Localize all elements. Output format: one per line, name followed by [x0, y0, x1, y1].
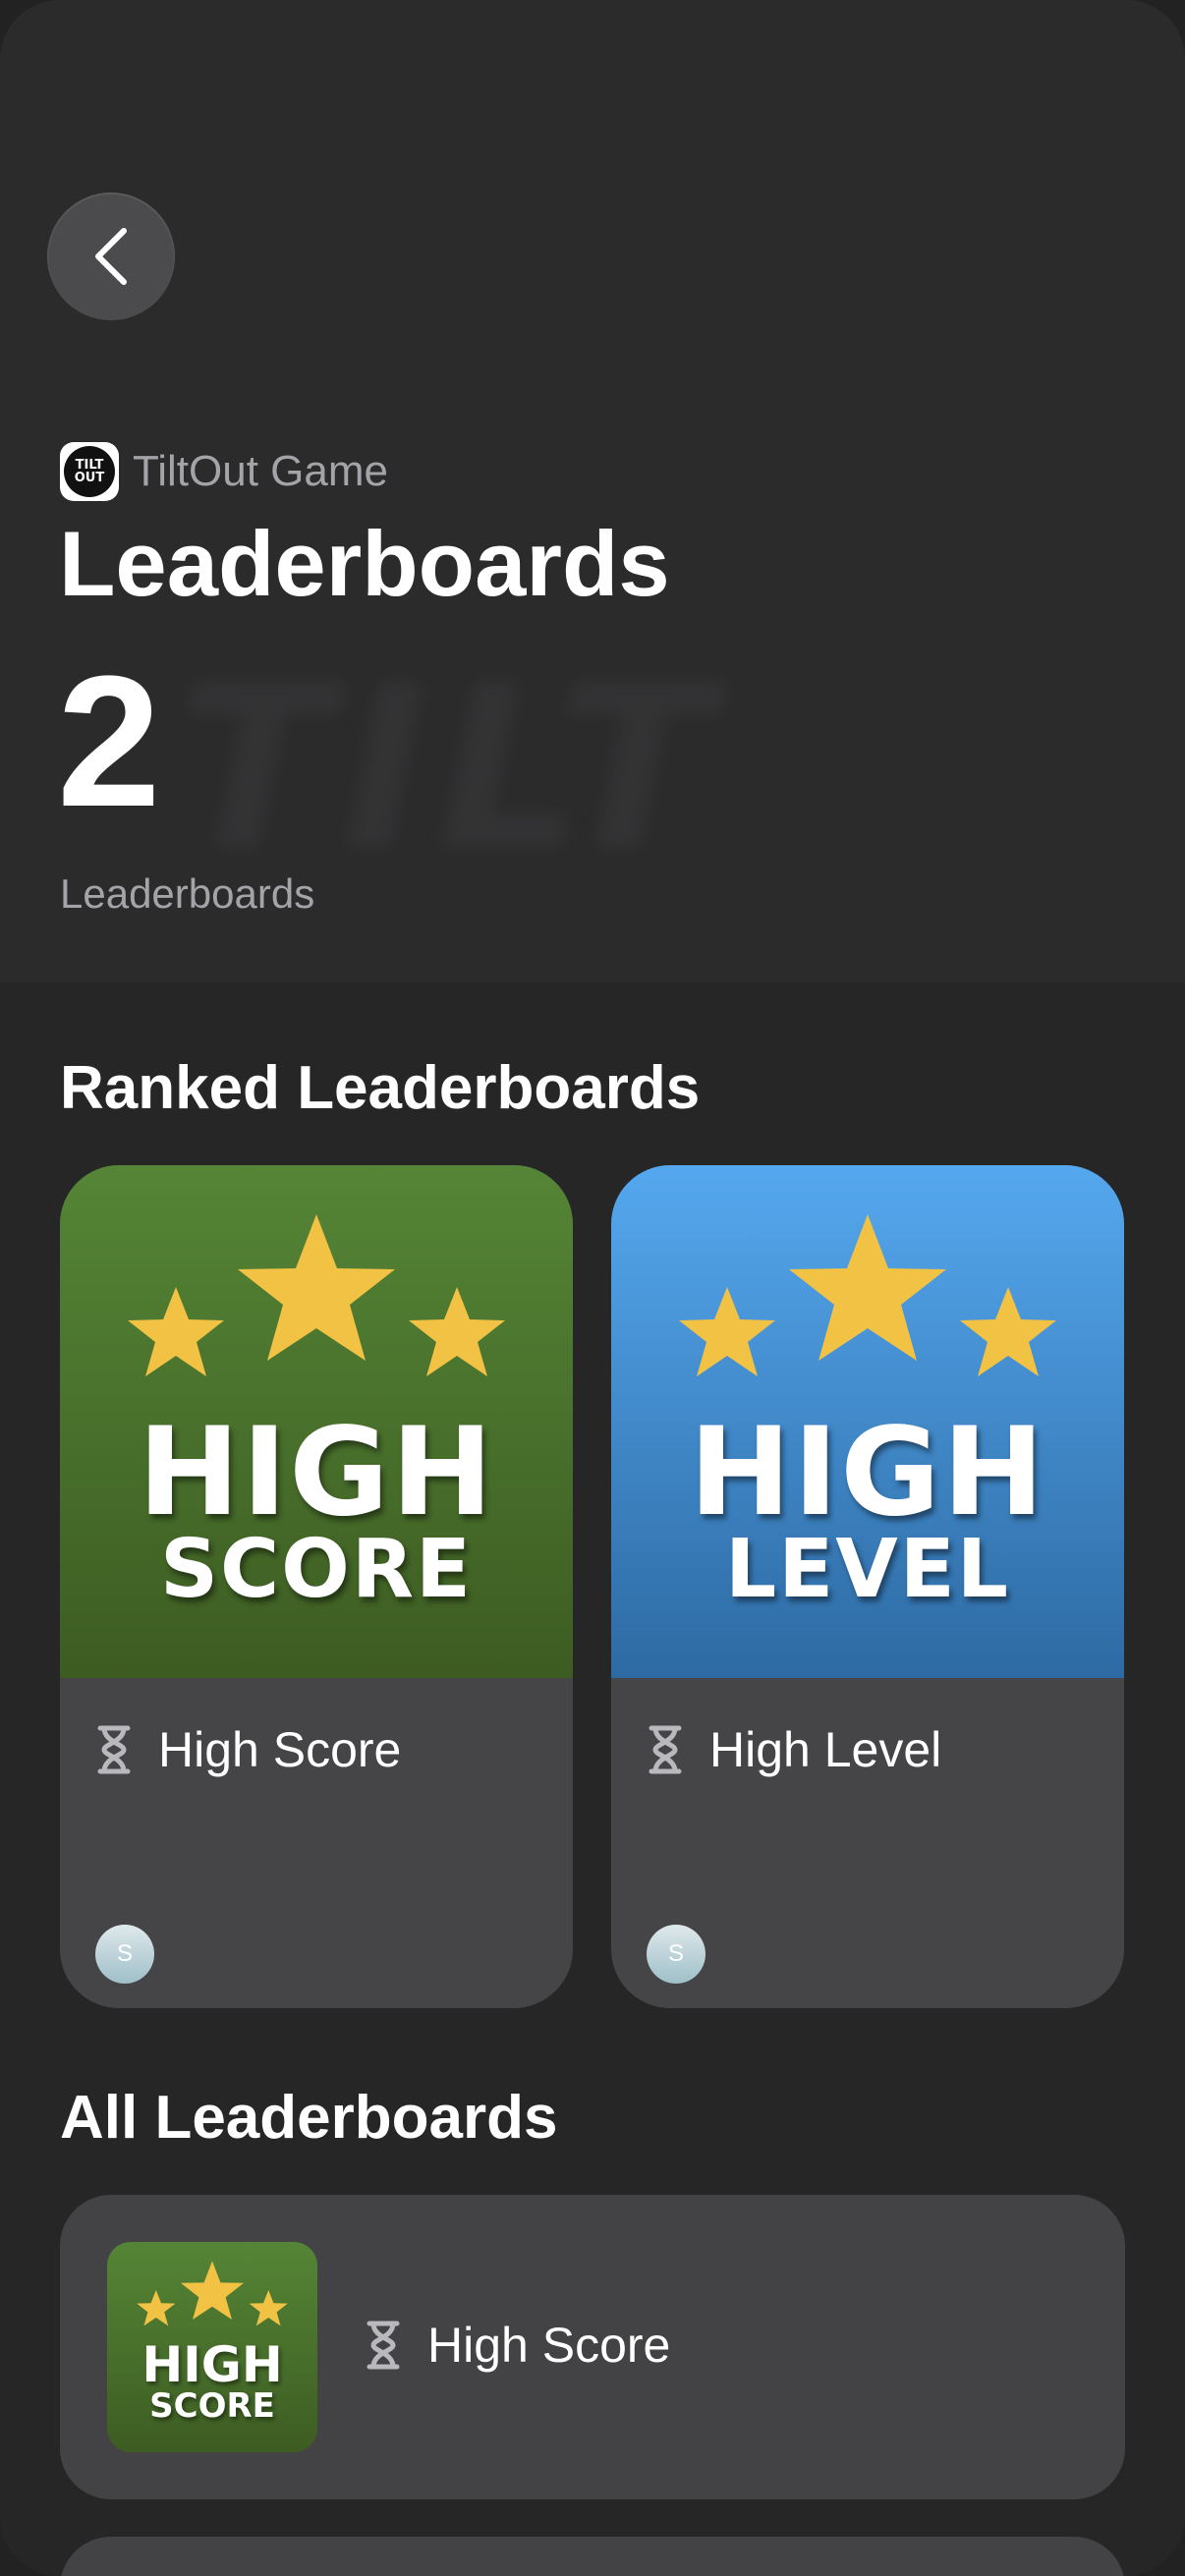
- high-score-artwork: HIGH SCORE: [60, 1165, 573, 1678]
- app-identity: TILT OUT TiltOut Game: [60, 442, 388, 501]
- card-label-row: High Level: [647, 1721, 941, 1778]
- high-level-artwork: HIGH LEVEL: [611, 1165, 1124, 1678]
- background-watermark: TILT: [177, 639, 723, 901]
- leaderboards-screen: TILT TILT OUT TiltOut Game Leaderboards …: [0, 0, 1185, 2576]
- artwork-title: HIGH: [689, 1402, 1046, 1543]
- avatar: S: [647, 1925, 705, 1984]
- list-item-high-score[interactable]: HIGH SCORE High Score: [60, 2195, 1125, 2499]
- card-label: High Level: [709, 1722, 942, 1777]
- star-icon: [137, 2261, 288, 2326]
- page-title: Leaderboards: [59, 512, 670, 615]
- card-label: High Score: [158, 1722, 402, 1777]
- list-item-partial[interactable]: [60, 2537, 1125, 2576]
- chevron-left-icon: [95, 228, 127, 285]
- app-icon: TILT OUT: [60, 442, 119, 501]
- app-name: TiltOut Game: [133, 447, 388, 495]
- thumbnail-title: HIGH: [141, 2336, 283, 2393]
- list-label: High Score: [427, 2318, 671, 2373]
- card-label-row: High Score: [95, 1721, 401, 1778]
- hourglass-icon: [97, 1725, 131, 1774]
- ranked-card-high-level[interactable]: HIGH LEVEL High Level S: [611, 1165, 1124, 2008]
- ranked-card-high-score[interactable]: HIGH SCORE High Score S: [60, 1165, 573, 2008]
- hourglass-icon: [367, 2321, 400, 2370]
- leaderboard-count: 2: [57, 638, 161, 846]
- star-icon: [128, 1214, 505, 1376]
- thumbnail-subtitle: SCORE: [149, 2386, 275, 2426]
- hourglass-icon: [649, 1725, 682, 1774]
- high-score-thumbnail: HIGH SCORE: [107, 2242, 317, 2452]
- ranked-leaderboards-title: Ranked Leaderboards: [60, 1054, 701, 1122]
- app-icon-text-bottom: OUT: [74, 471, 105, 485]
- artwork-subtitle: SCORE: [159, 1523, 474, 1616]
- artwork-subtitle: LEVEL: [725, 1523, 1010, 1616]
- back-button[interactable]: [47, 193, 175, 320]
- leaderboard-count-label: Leaderboards: [60, 870, 315, 917]
- list-label-row: High Score: [365, 2317, 670, 2374]
- avatar: S: [95, 1925, 154, 1984]
- all-leaderboards-title: All Leaderboards: [60, 2084, 558, 2152]
- star-icon: [679, 1214, 1056, 1376]
- artwork-title: HIGH: [138, 1402, 495, 1543]
